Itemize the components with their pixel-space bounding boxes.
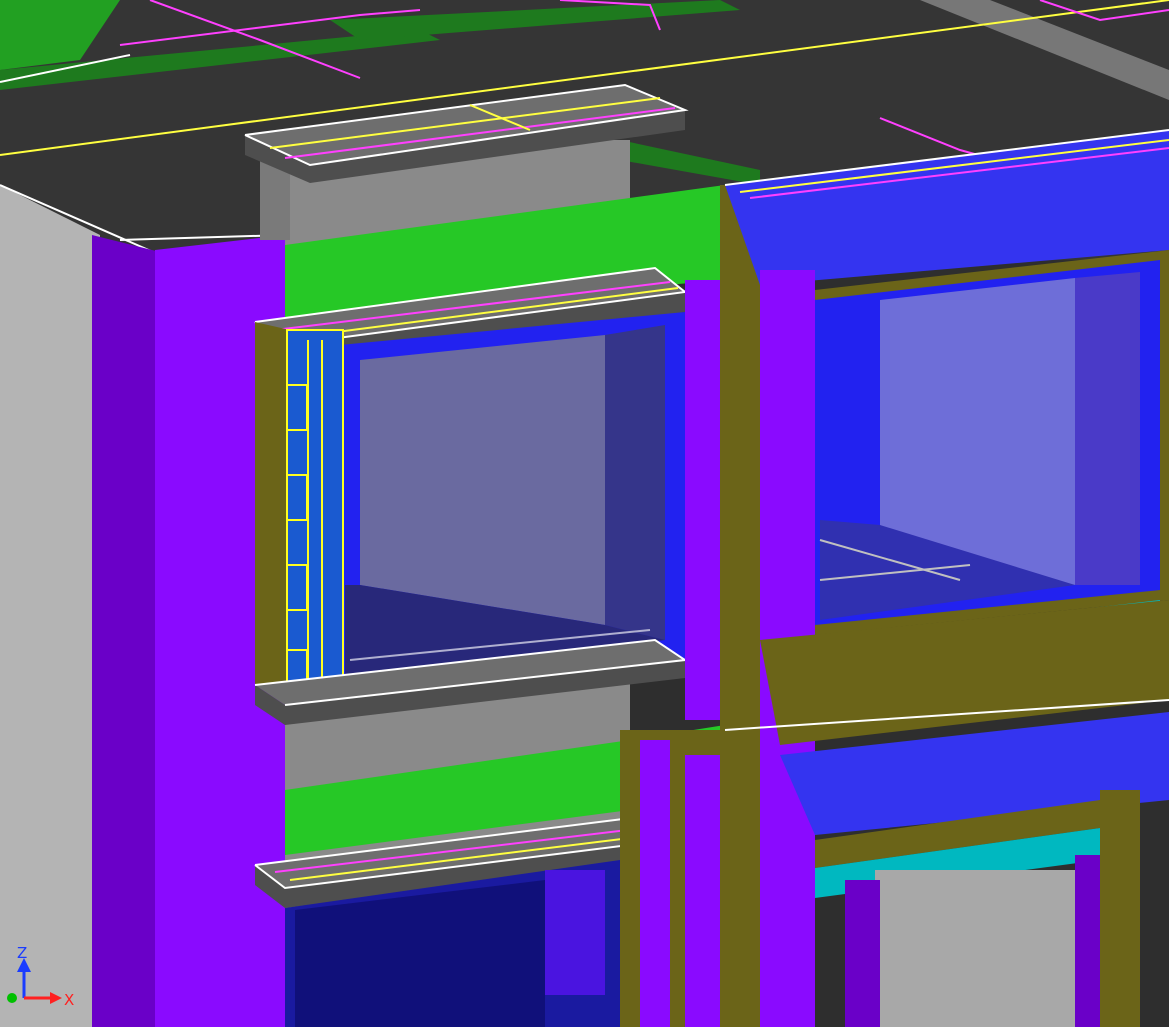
model-canvas[interactable]: Z X (0, 0, 1169, 1027)
y-axis-icon (7, 993, 17, 1003)
right-lower-panel[interactable] (780, 712, 1169, 1027)
z-axis-label: Z (17, 944, 27, 962)
left-window-glass[interactable] (345, 325, 665, 680)
3d-model-viewport[interactable]: Z X (0, 0, 1169, 1027)
selected-wall-stud[interactable] (286, 329, 344, 701)
x-axis-label: X (64, 991, 74, 1009)
